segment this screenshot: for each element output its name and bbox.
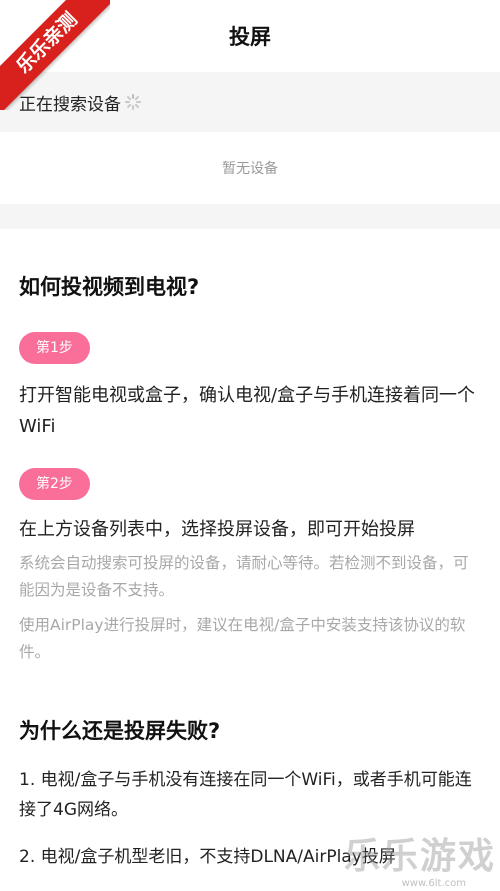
device-list: 暂无设备: [0, 132, 500, 204]
corner-ribbon: 乐乐亲测: [0, 0, 110, 110]
watermark-url: www.6lt.com: [401, 878, 466, 889]
step-1-text: 打开智能电视或盒子，确认电视/盒子与手机连接着同一个WiFi: [19, 385, 476, 437]
howto-title: 如何投视频到电视?: [19, 275, 200, 299]
loading-spinner-icon: [125, 94, 141, 110]
empty-devices-text: 暂无设备: [222, 161, 278, 177]
page-title: 投屏: [229, 25, 271, 49]
section-divider: [0, 204, 500, 229]
failure-item-1: 1. 电视/盒子与手机没有连接在同一个WiFi，或者手机可能连接了4G网络。: [19, 770, 472, 820]
step-2-note-1: 系统会自动搜索可投屏的设备，请耐心等待。若检测不到设备，可能因为是设备不支持。: [19, 554, 469, 599]
help-content: 如何投视频到电视? 第1步 打开智能电视或盒子，确认电视/盒子与手机连接着同一个…: [0, 271, 500, 872]
step-2-note-2: 使用AirPlay进行投屏时，建议在电视/盒子中安装支持该协议的软件。: [19, 616, 466, 661]
failure-title: 为什么还是投屏失败?: [19, 719, 221, 743]
ribbon-label: 乐乐亲测: [0, 0, 110, 110]
step-1-badge: 第1步: [19, 332, 90, 364]
watermark-logo: 乐乐游戏: [343, 836, 496, 877]
step-2-badge: 第2步: [19, 468, 90, 500]
step-2-text: 在上方设备列表中，选择投屏设备，即可开始投屏: [19, 519, 415, 540]
